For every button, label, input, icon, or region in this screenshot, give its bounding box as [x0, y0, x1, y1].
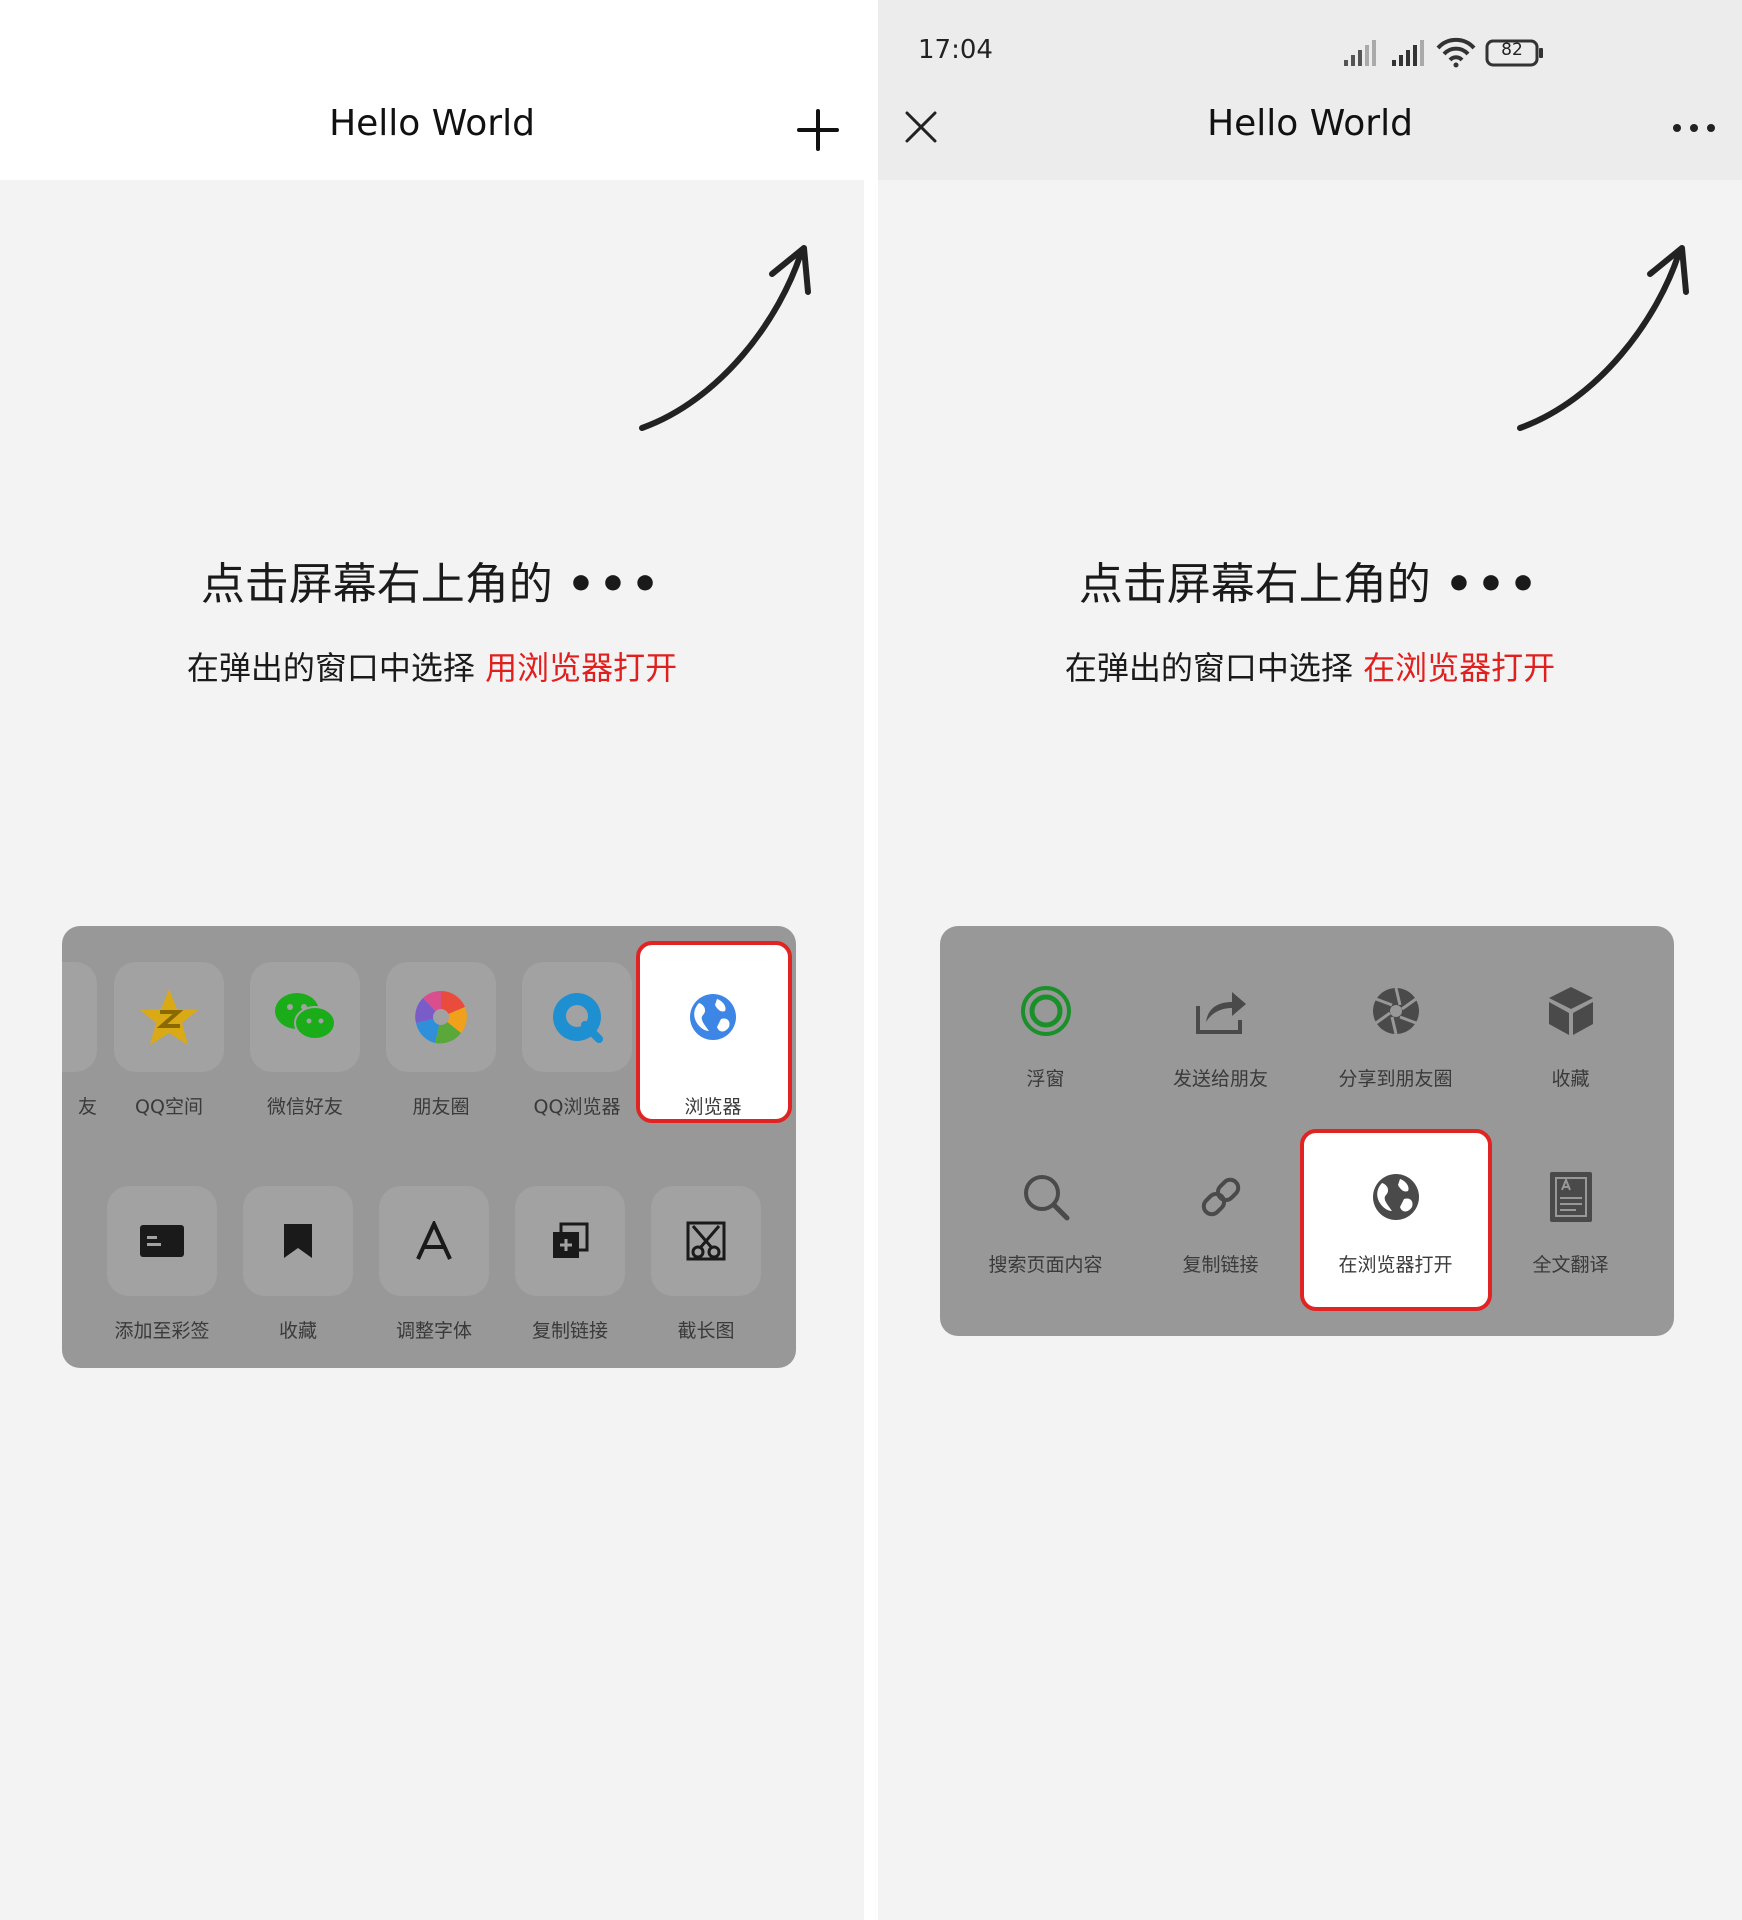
battery-level: 82 — [1501, 40, 1523, 60]
action-sheet: 浮窗 发送给朋友 分享到朋友圈 收藏 搜索页面内容 复制链接 在浏览器打开 全文… — [940, 926, 1674, 1336]
action-item-label: 添加至彩签 — [114, 1320, 210, 1342]
hint-text: 点击屏幕右上角的 — [200, 559, 553, 610]
more-dots-text: ••• — [1444, 559, 1542, 610]
action-item-label: 调整字体 — [395, 1320, 472, 1342]
action-item-open-in-browser[interactable]: 在浏览器打开 — [1308, 1162, 1483, 1277]
float-window-icon — [958, 976, 1133, 1046]
hint-line1: 点击屏幕右上角的 ••• — [878, 548, 1742, 612]
page-title: Hello World — [329, 103, 535, 144]
nav-bar: 17:04 82 Hello World — [878, 0, 1742, 180]
wifi-icon — [1436, 37, 1476, 68]
share-item-label: QQ空间 — [135, 1096, 203, 1118]
hint-line2: 在弹出的窗口中选择 在浏览器打开 — [878, 643, 1742, 689]
hint-highlight: 用浏览器打开 — [485, 649, 678, 687]
hint-prefix: 在弹出的窗口中选择 — [186, 649, 475, 687]
moments-aperture-icon — [386, 962, 496, 1072]
action-item-label: 在浏览器打开 — [1338, 1254, 1453, 1276]
share-item-label: 微信好友 — [266, 1096, 343, 1118]
right-screenshot: 17:04 82 Hello World 点击屏幕右上角的 ••• 在弹出的窗口… — [878, 0, 1742, 1920]
action-item-font[interactable]: 调整字体 — [379, 1186, 489, 1343]
share-item-qzone[interactable]: QQ空间 — [114, 962, 224, 1119]
action-item-label: 搜索页面内容 — [988, 1254, 1103, 1276]
action-item-share-moments[interactable]: 分享到朋友圈 — [1308, 976, 1483, 1091]
more-dots-text: ••• — [566, 559, 664, 610]
partial-icon — [62, 962, 97, 1072]
bookmark-icon — [243, 1186, 353, 1296]
signal-icon — [1344, 40, 1376, 66]
more-dots-icon[interactable] — [1668, 112, 1720, 144]
share-item-partial[interactable]: 友 — [62, 962, 97, 1119]
share-item-label: 朋友圈 — [412, 1096, 470, 1118]
action-item-label: 复制链接 — [1182, 1254, 1259, 1276]
globe-icon — [658, 962, 768, 1072]
signal-icon — [1392, 40, 1424, 66]
share-item-moments[interactable]: 朋友圈 — [386, 962, 496, 1119]
hint-highlight: 在浏览器打开 — [1363, 649, 1556, 687]
copy-link-icon — [515, 1186, 625, 1296]
action-item-label: 全文翻译 — [1532, 1254, 1609, 1276]
hint-line2: 在弹出的窗口中选择 用浏览器打开 — [0, 643, 864, 689]
action-item-favorite[interactable]: 收藏 — [243, 1186, 353, 1343]
action-item-favorite[interactable]: 收藏 — [1483, 976, 1658, 1091]
wechat-icon — [250, 962, 360, 1072]
share-item-label: 浏览器 — [684, 1096, 742, 1118]
action-item-label: 截长图 — [677, 1320, 735, 1342]
share-item-browser[interactable]: 浏览器 — [658, 962, 768, 1119]
link-icon — [1133, 1162, 1308, 1232]
action-item-label: 收藏 — [1551, 1068, 1590, 1090]
action-item-label: 分享到朋友圈 — [1338, 1068, 1453, 1090]
action-item-copy-link[interactable]: 复制链接 — [1133, 1162, 1308, 1277]
moments-aperture-icon — [1308, 976, 1483, 1046]
share-sheet: 友 QQ空间 微信好友 朋友圈 QQ浏览器 浏览器 添加至彩签 收藏 调整字体 … — [62, 926, 796, 1368]
action-item-search-page[interactable]: 搜索页面内容 — [958, 1162, 1133, 1277]
share-item-qq-browser[interactable]: QQ浏览器 — [522, 962, 632, 1119]
action-item-send-friend[interactable]: 发送给朋友 — [1133, 976, 1308, 1091]
arrow-pointer-icon — [1517, 245, 1689, 431]
panel-divider — [864, 0, 878, 1920]
action-item-label: 复制链接 — [531, 1320, 608, 1342]
share-item-wechat[interactable]: 微信好友 — [250, 962, 360, 1119]
cube-icon — [1483, 976, 1658, 1046]
screenshot-scissors-icon — [651, 1186, 761, 1296]
action-item-translate[interactable]: 全文翻译 — [1483, 1162, 1658, 1277]
globe-icon — [1308, 1162, 1483, 1232]
search-icon — [958, 1162, 1133, 1232]
action-item-label: 发送给朋友 — [1172, 1068, 1268, 1090]
plus-icon[interactable] — [792, 104, 844, 156]
action-item-long-screenshot[interactable]: 截长图 — [651, 1186, 761, 1343]
share-forward-icon — [1133, 976, 1308, 1046]
action-item-float-window[interactable]: 浮窗 — [958, 976, 1133, 1091]
font-icon — [379, 1186, 489, 1296]
arrow-pointer-icon — [639, 245, 811, 431]
hint-line1: 点击屏幕右上角的 ••• — [0, 548, 864, 612]
left-screenshot: Hello World 点击屏幕右上角的 ••• 在弹出的窗口中选择 用浏览器打… — [0, 0, 864, 1920]
nav-bar: Hello World — [0, 0, 864, 180]
hint-prefix: 在弹出的窗口中选择 — [1064, 649, 1353, 687]
tag-card-icon — [107, 1186, 217, 1296]
qzone-star-icon — [114, 962, 224, 1072]
qq-browser-icon — [522, 962, 632, 1072]
share-item-label: 友 — [77, 1096, 97, 1118]
hint-text: 点击屏幕右上角的 — [1078, 559, 1431, 610]
share-item-label: QQ浏览器 — [533, 1096, 621, 1118]
action-item-label: 浮窗 — [1026, 1068, 1065, 1090]
translate-doc-icon — [1483, 1162, 1658, 1232]
action-item-label: 收藏 — [278, 1320, 317, 1342]
action-item-add-tag[interactable]: 添加至彩签 — [107, 1186, 217, 1343]
status-time: 17:04 — [918, 35, 993, 65]
action-item-copy-link[interactable]: 复制链接 — [515, 1186, 625, 1343]
page-title: Hello World — [1207, 103, 1413, 144]
